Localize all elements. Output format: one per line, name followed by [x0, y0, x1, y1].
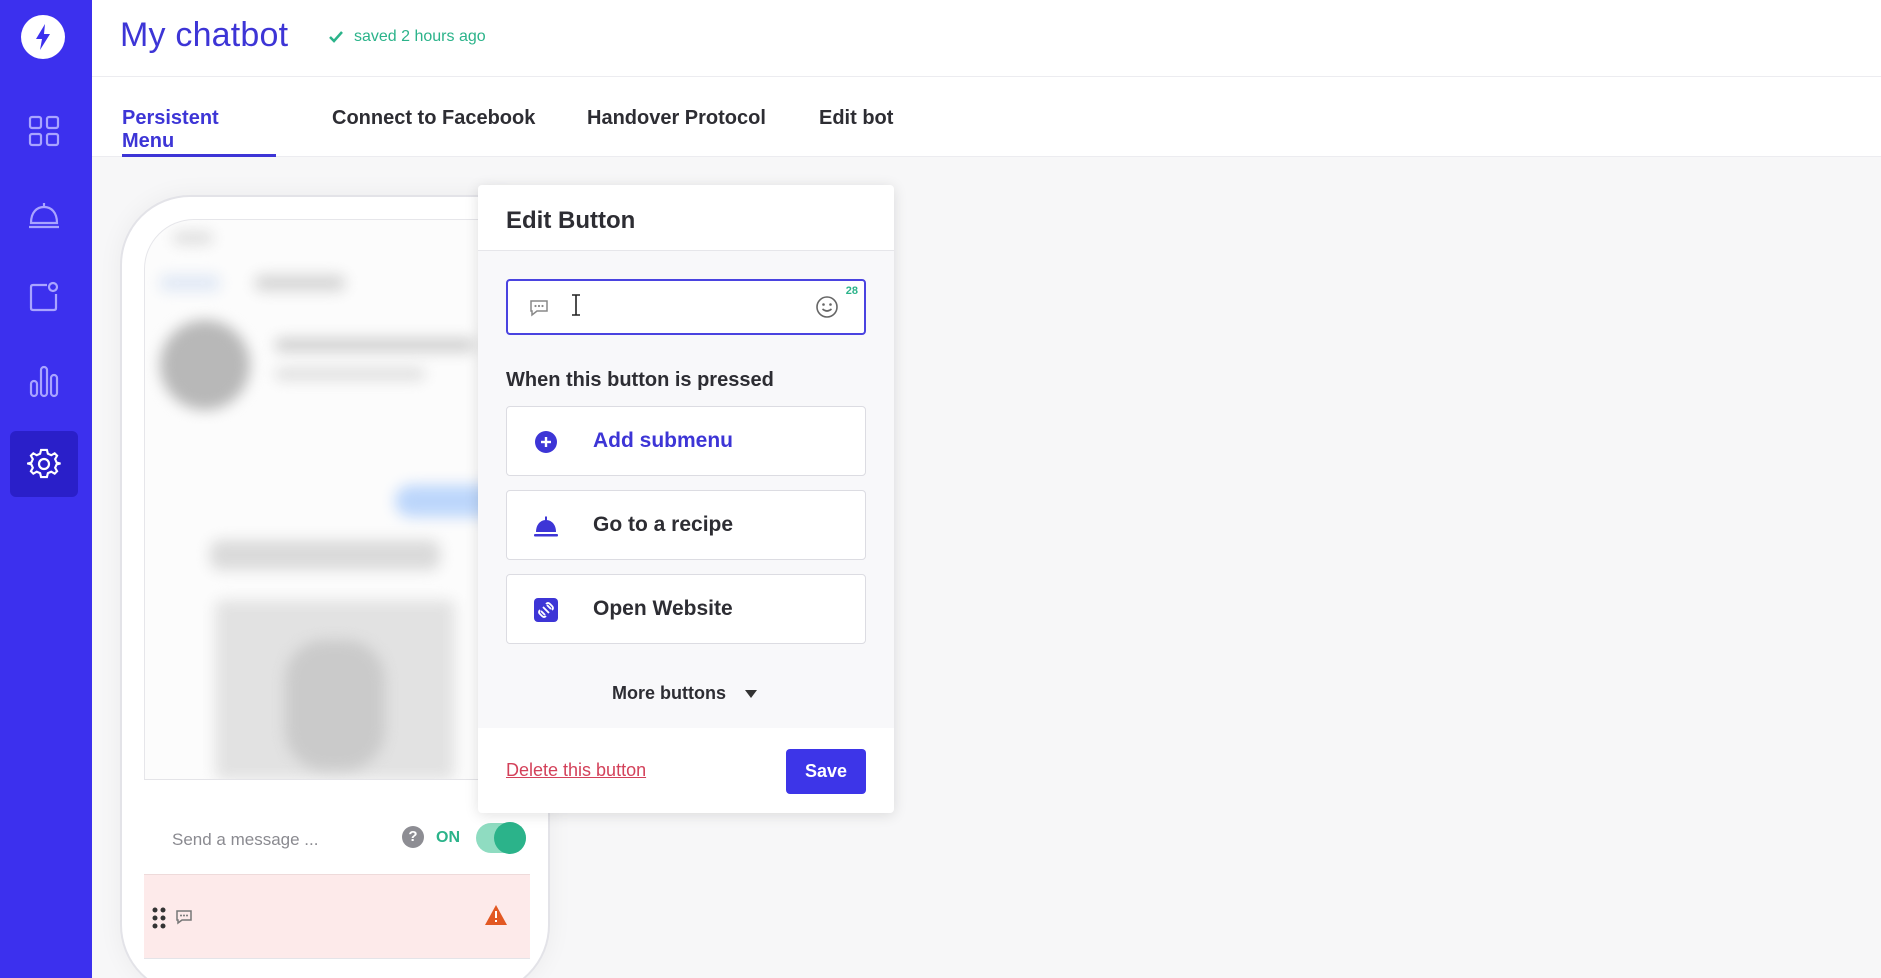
more-buttons-label: More buttons	[612, 683, 726, 703]
tab-edit-bot[interactable]: Edit bot	[819, 107, 893, 157]
app-logo[interactable]	[21, 15, 65, 59]
quick-reply-blur	[210, 540, 440, 570]
message-input[interactable]: Send a message ...	[172, 830, 318, 850]
sidebar-item-notifications[interactable]	[10, 264, 78, 330]
tab-connect-to-facebook[interactable]: Connect to Facebook	[332, 107, 535, 157]
toggle-knob	[494, 822, 526, 854]
sidebar-item-stats[interactable]	[10, 348, 78, 414]
back-link-blur	[160, 275, 220, 291]
sidebar-item-dashboard[interactable]	[10, 98, 78, 164]
recipe-bell-icon	[534, 516, 558, 537]
add-submenu-button[interactable]: Add submenu	[506, 406, 866, 476]
button-title-input[interactable]	[568, 295, 798, 321]
message-composer: Send a message ... ? ON	[144, 779, 530, 874]
open-website-button[interactable]: Open Website	[506, 574, 866, 644]
card-image-blur	[285, 640, 385, 770]
dialog-body: 28 When this button is pressed Add subme…	[478, 251, 894, 728]
link-icon	[534, 598, 558, 622]
sidebar-item-recipes[interactable]	[10, 182, 78, 248]
composer-toggle[interactable]	[476, 822, 526, 854]
profile-line-blur	[275, 338, 475, 352]
drag-handle-icon[interactable]	[151, 906, 167, 930]
edit-button-dialog: Edit Button 28 When this button is press…	[478, 185, 894, 813]
phone-screen	[144, 219, 530, 779]
help-icon[interactable]: ?	[402, 826, 424, 848]
emoji-icon[interactable]	[814, 294, 840, 320]
caret-down-icon	[745, 689, 757, 698]
delete-button-link[interactable]: Delete this button	[506, 760, 646, 781]
avatar	[160, 320, 250, 410]
page-title: My chatbot	[120, 16, 289, 54]
dashboard-icon	[28, 115, 60, 147]
go-to-recipe-label: Go to a recipe	[593, 513, 734, 536]
recipe-bell-icon	[29, 203, 59, 229]
action-section-label: When this button is pressed	[506, 369, 774, 391]
save-button[interactable]: Save	[786, 749, 866, 794]
char-counter: 28	[845, 285, 858, 297]
check-icon	[329, 31, 343, 43]
notification-icon	[29, 281, 59, 312]
saved-status: saved 2 hours ago	[328, 28, 486, 46]
top-header: My chatbot saved 2 hours ago	[92, 0, 1881, 77]
plus-circle-icon	[535, 431, 557, 453]
tab-bar: Persistent Menu Connect to Facebook Hand…	[92, 77, 1881, 157]
message-icon	[176, 910, 192, 925]
text-cursor-icon	[572, 294, 580, 316]
tab-persistent-menu[interactable]: Persistent Menu	[122, 107, 276, 157]
add-submenu-label: Add submenu	[593, 429, 733, 452]
profile-line-blur-2	[275, 368, 425, 380]
sidebar	[0, 0, 92, 978]
status-bar-blur	[173, 232, 213, 244]
toggle-label: ON	[436, 829, 460, 846]
message-icon	[530, 300, 548, 317]
tab-handover-protocol[interactable]: Handover Protocol	[587, 107, 766, 157]
lightning-icon	[30, 24, 50, 52]
menu-button-row[interactable]	[144, 874, 530, 959]
saved-status-text: saved 2 hours ago	[354, 28, 486, 45]
dialog-title: Edit Button	[478, 185, 894, 251]
stats-icon	[29, 365, 59, 398]
go-to-recipe-button[interactable]: Go to a recipe	[506, 490, 866, 560]
sidebar-item-settings[interactable]	[10, 431, 78, 497]
warning-icon	[485, 905, 507, 925]
chat-name-blur	[255, 275, 345, 291]
gear-icon	[27, 448, 61, 479]
button-title-field[interactable]: 28	[506, 279, 866, 335]
open-website-label: Open Website	[593, 597, 733, 620]
more-buttons-toggle[interactable]: More buttons	[612, 683, 758, 704]
